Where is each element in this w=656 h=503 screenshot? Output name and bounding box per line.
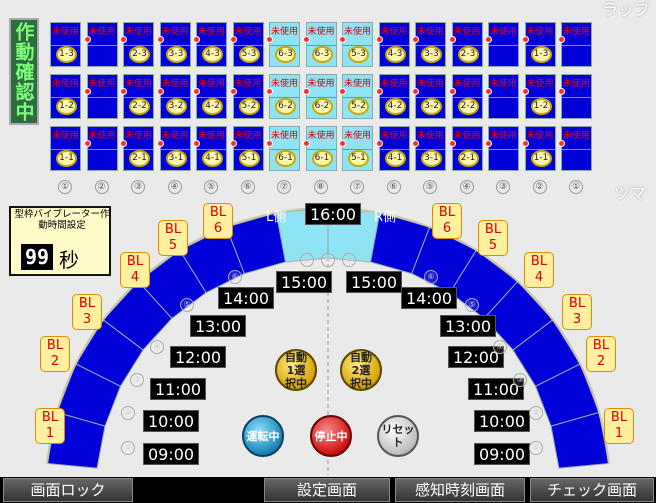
bl-marker-number: 2 <box>50 354 60 369</box>
bl-marker: BL 4 <box>524 252 554 288</box>
bl-marker-number: 3 <box>572 312 582 327</box>
vibrator-time-value[interactable]: 99 <box>21 244 53 270</box>
time-slot: 14:00 <box>218 287 274 309</box>
bl-marker: BL 2 <box>40 336 70 372</box>
bl-marker: BL 5 <box>158 220 188 256</box>
settings-screen-button[interactable]: 設定画面 <box>264 478 390 502</box>
auto1-label: 自動1選択中 <box>285 350 307 390</box>
level-marker: ⑦ <box>300 253 314 267</box>
right-side-label: R側 <box>374 210 397 225</box>
reset-button[interactable]: リセット <box>377 415 419 457</box>
time-slot: 15:00 <box>346 271 402 293</box>
level-marker: ⑤ <box>465 298 479 312</box>
bl-marker-number: 1 <box>614 426 624 441</box>
check-screen-button[interactable]: チェック画面 <box>530 478 654 502</box>
time-slot: 13:00 <box>440 315 496 337</box>
level-marker: ⑦ <box>342 253 356 267</box>
time-slot: 14:00 <box>401 287 457 309</box>
time-slot: 15:00 <box>276 271 332 293</box>
time-slot: 09:00 <box>143 443 199 465</box>
bl-marker: BL 6 <box>203 203 233 239</box>
bl-marker-label: BL <box>530 254 548 269</box>
bl-marker-number: 4 <box>534 270 544 285</box>
bl-marker-label: BL <box>438 205 456 220</box>
bl-marker: BL 5 <box>478 220 508 256</box>
bl-marker: BL 2 <box>586 336 616 372</box>
bl-marker: BL 4 <box>120 252 150 288</box>
level-marker: ④ <box>150 340 164 354</box>
level-marker: ⑥ <box>228 270 242 284</box>
bl-marker-label: BL <box>592 338 610 353</box>
bl-marker-number: 1 <box>45 426 55 441</box>
top-time: 16:00 <box>305 203 361 225</box>
level-marker: ① <box>121 441 135 455</box>
bl-marker-number: 6 <box>213 221 223 236</box>
bl-marker-label: BL <box>126 254 144 269</box>
level-marker: ⑥ <box>424 270 438 284</box>
bl-marker-number: 4 <box>130 270 140 285</box>
bl-marker: BL 3 <box>72 294 102 330</box>
time-slot: 12:00 <box>170 346 226 368</box>
stop-button[interactable]: 停止中 <box>310 415 352 457</box>
bl-marker-number: 2 <box>596 354 606 369</box>
bl-marker-number: 6 <box>442 221 452 236</box>
time-slot: 11:00 <box>150 378 206 400</box>
bl-marker-label: BL <box>164 222 182 237</box>
left-side-label: L側 <box>266 210 287 225</box>
bl-marker-label: BL <box>209 205 227 220</box>
bl-marker: BL 1 <box>35 408 65 444</box>
level-marker: ① <box>529 441 543 455</box>
level-marker: ⑤ <box>180 298 194 312</box>
time-slot: 10:00 <box>143 410 199 432</box>
run-button[interactable]: 運転中 <box>242 415 284 457</box>
bl-marker-label: BL <box>46 338 64 353</box>
bl-marker-label: BL <box>484 222 502 237</box>
time-slot: 10:00 <box>474 410 530 432</box>
stop-label: 停止中 <box>314 429 348 443</box>
bl-marker-label: BL <box>41 410 59 425</box>
bl-marker-number: 5 <box>488 238 498 253</box>
bl-marker-number: 5 <box>168 238 178 253</box>
bl-marker: BL 3 <box>562 294 592 330</box>
level-marker: ③ <box>513 373 527 387</box>
auto2-label: 自動2選択中 <box>350 350 372 390</box>
bl-marker: BL 6 <box>432 203 462 239</box>
level-marker: ⑧ <box>321 253 335 267</box>
run-label: 運転中 <box>246 429 280 443</box>
vibrator-setting-panel: 型枠バイブレーター作動時間設定 99 秒 <box>9 206 111 276</box>
time-slot: 13:00 <box>190 315 246 337</box>
bl-marker-label: BL <box>78 296 96 311</box>
vibrator-unit: 秒 <box>59 248 79 272</box>
level-marker: ② <box>529 406 543 420</box>
auto2-button[interactable]: 自動2選択中 <box>340 349 382 391</box>
sensing-time-screen-button[interactable]: 感知時刻画面 <box>395 478 525 502</box>
bl-marker: BL 1 <box>604 408 634 444</box>
auto1-button[interactable]: 自動1選択中 <box>275 349 317 391</box>
level-marker: ② <box>121 406 135 420</box>
reset-label: リセット <box>381 423 415 449</box>
control-panel: 作動確認中 ラップ ツマ 未使用 1-3 未使用 未使用 2-3 未使用 3-3 未使用 4-3… <box>0 0 656 503</box>
level-marker: ③ <box>130 373 144 387</box>
bl-marker-number: 3 <box>82 312 92 327</box>
time-slot: 09:00 <box>474 443 530 465</box>
bl-marker-label: BL <box>610 410 628 425</box>
screen-lock-button[interactable]: 画面ロック <box>3 478 133 502</box>
bl-marker-label: BL <box>568 296 586 311</box>
level-marker: ④ <box>493 340 507 354</box>
vibrator-title: 型枠バイブレーター作動時間設定 <box>14 209 110 231</box>
